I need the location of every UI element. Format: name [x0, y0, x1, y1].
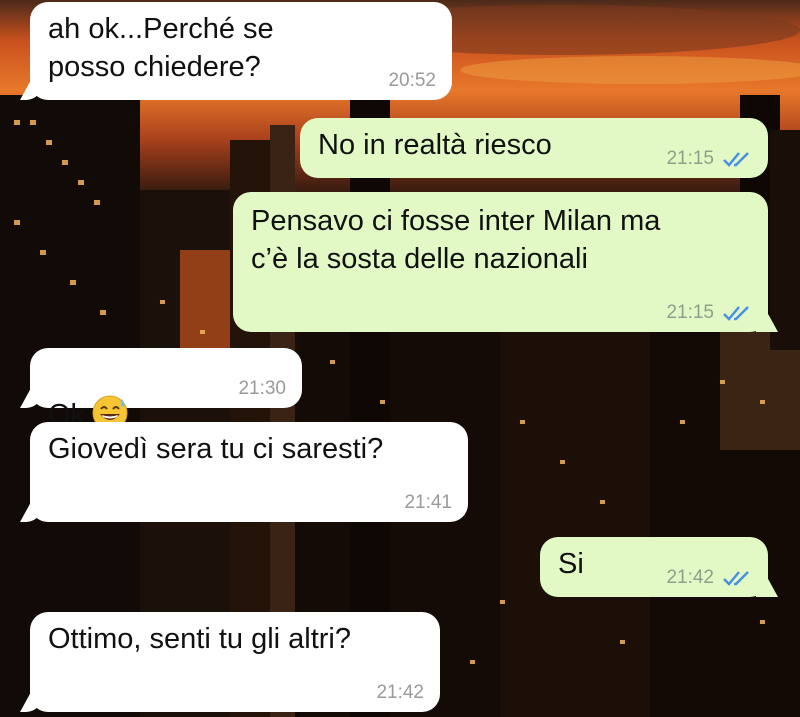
message-bubble-incoming[interactable]: ah ok...Perché se posso chiedere? 20:52: [30, 2, 452, 100]
double-check-icon: [723, 152, 749, 167]
double-check-icon: [723, 571, 749, 586]
message-text: ah ok...Perché se posso chiedere?: [48, 13, 274, 83]
message-text: No in realtà riesco: [318, 129, 552, 161]
message-time: 21:15: [666, 302, 714, 323]
message-bubble-incoming[interactable]: Giovedì sera tu ci saresti? 21:41: [30, 422, 468, 522]
message-text: Ottimo, senti tu gli altri?: [48, 623, 351, 655]
message-time: 20:52: [388, 70, 436, 91]
message-bubble-outgoing[interactable]: Pensavo ci fosse inter Milan ma c’è la s…: [233, 192, 768, 332]
message-text: Si: [558, 548, 584, 580]
message-time: 21:15: [666, 148, 714, 169]
message-time: 21:30: [238, 378, 286, 399]
message-bubble-incoming[interactable]: Ok 21:30: [30, 348, 302, 431]
double-check-icon: [723, 306, 749, 321]
message-text: Pensavo ci fosse inter Milan ma c’è la s…: [251, 205, 661, 275]
message-bubble-outgoing[interactable]: No in realtà riesco 21:15: [300, 118, 768, 178]
message-time: 21:41: [404, 492, 452, 513]
message-time: 21:42: [376, 682, 424, 703]
message-bubble-outgoing[interactable]: Si 21:42: [540, 537, 768, 597]
message-bubble-incoming[interactable]: Ottimo, senti tu gli altri? 21:42: [30, 612, 440, 712]
message-time: 21:42: [666, 567, 714, 588]
message-text: Giovedì sera tu ci saresti?: [48, 433, 384, 465]
